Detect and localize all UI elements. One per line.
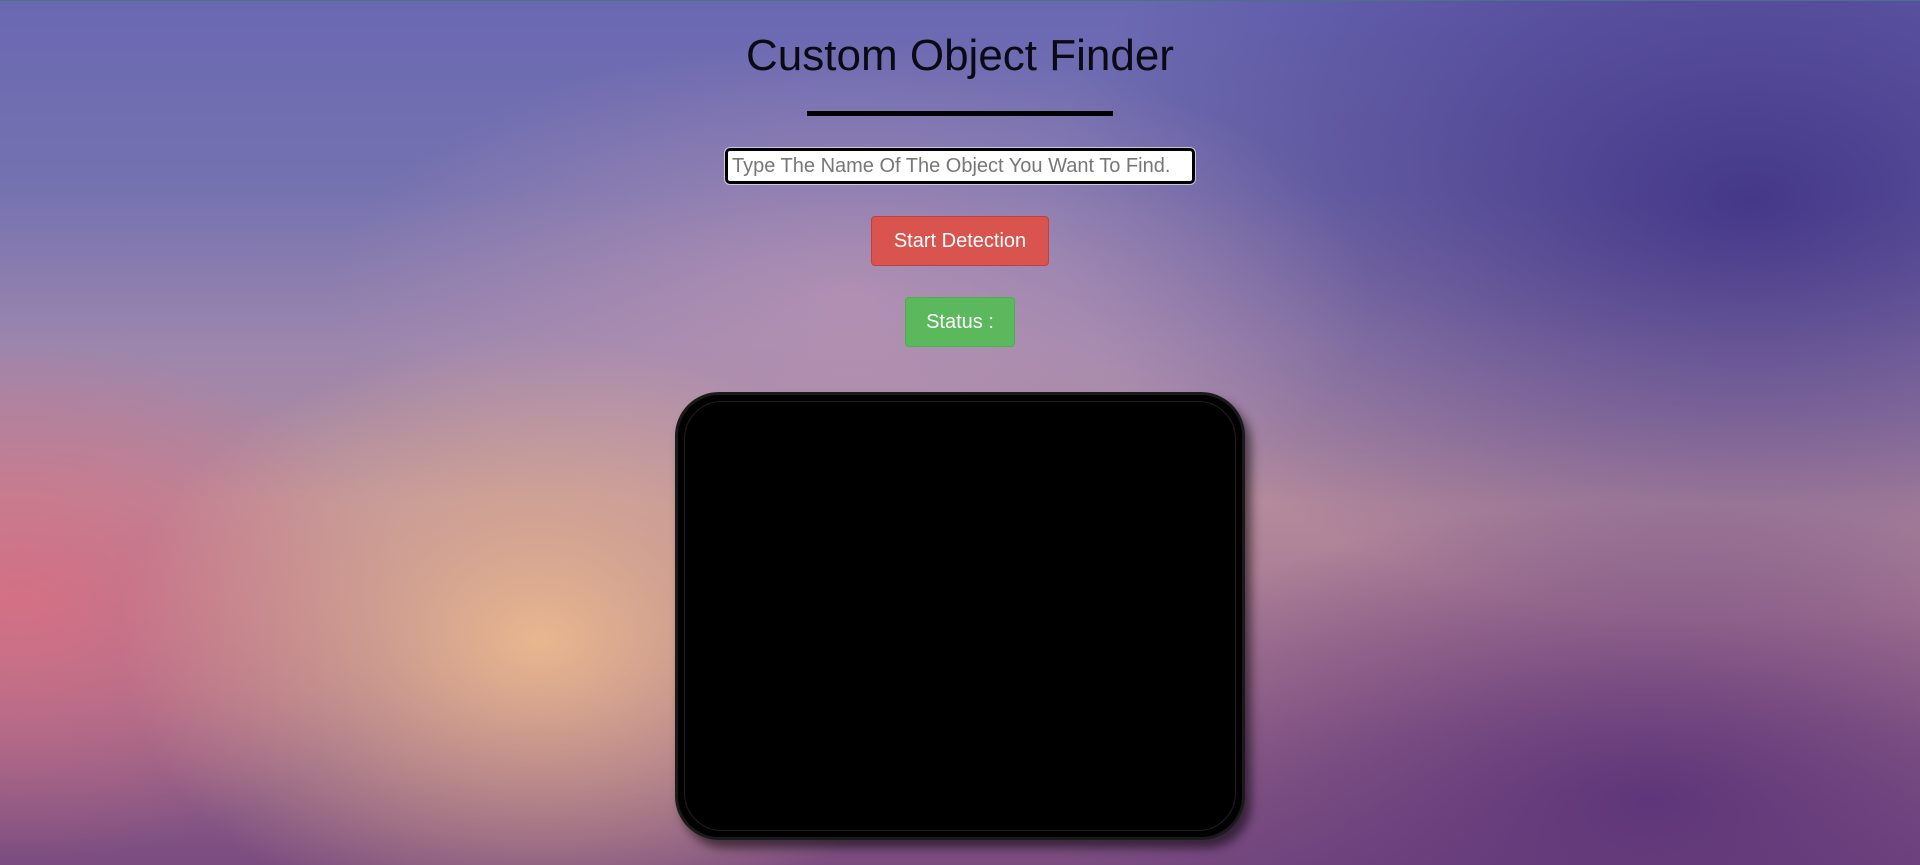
title-underline xyxy=(807,111,1113,116)
top-border xyxy=(0,0,1920,1)
object-name-input[interactable] xyxy=(725,148,1195,184)
status-badge: Status : xyxy=(905,297,1015,347)
start-detection-button[interactable]: Start Detection xyxy=(871,216,1049,266)
video-feed xyxy=(675,392,1245,840)
page-title: Custom Object Finder xyxy=(746,31,1174,80)
video-feed-inner-border xyxy=(684,401,1236,831)
